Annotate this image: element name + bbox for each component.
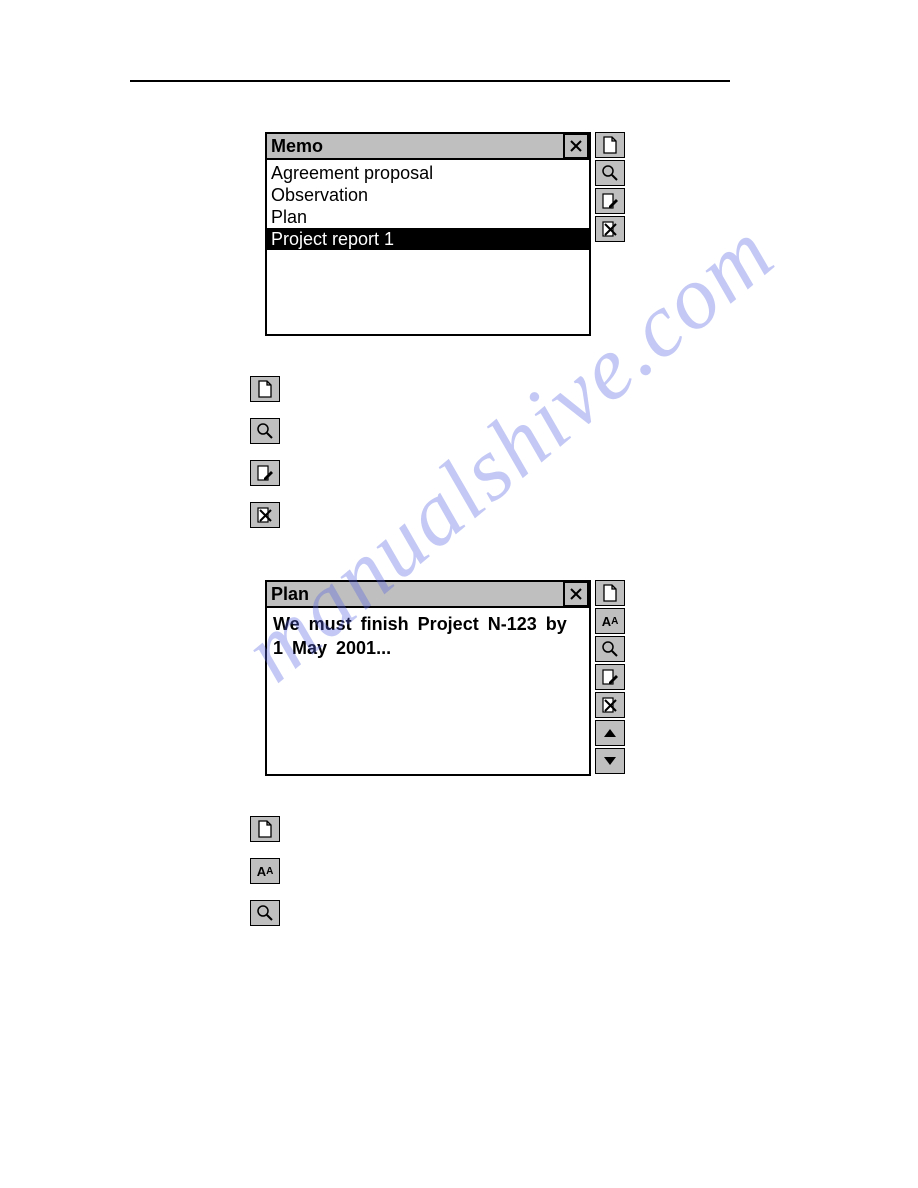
delete-icon[interactable]	[595, 692, 625, 718]
font-icon: AA	[250, 858, 280, 884]
plan-sidebar: AA	[595, 580, 625, 776]
search-icon[interactable]	[595, 636, 625, 662]
plan-panel: Plan We must finish Project N-123 by 1 M…	[265, 580, 788, 776]
down-arrow-icon[interactable]	[595, 748, 625, 774]
plan-text[interactable]: We must finish Project N-123 by 1 May 20…	[267, 608, 589, 774]
search-icon	[250, 900, 280, 926]
list-item[interactable]: Observation	[267, 184, 589, 206]
plan-title: Plan	[267, 584, 563, 605]
memo-sidebar	[595, 132, 625, 336]
new-icon	[250, 816, 280, 842]
memo-panel: Memo Agreement proposal Observation Plan…	[265, 132, 788, 336]
plan-window: Plan We must finish Project N-123 by 1 M…	[265, 580, 591, 776]
search-icon	[250, 418, 280, 444]
new-icon[interactable]	[595, 580, 625, 606]
memo-window: Memo Agreement proposal Observation Plan…	[265, 132, 591, 336]
new-icon	[250, 376, 280, 402]
list-item[interactable]: Project report 1	[267, 228, 589, 250]
close-button[interactable]	[563, 581, 589, 607]
list-item[interactable]: Plan	[267, 206, 589, 228]
font-icon[interactable]: AA	[595, 608, 625, 634]
icon-legend-1	[250, 376, 788, 530]
new-icon[interactable]	[595, 132, 625, 158]
memo-list[interactable]: Agreement proposal Observation Plan Proj…	[267, 160, 589, 334]
up-arrow-icon[interactable]	[595, 720, 625, 746]
delete-icon	[250, 502, 280, 528]
edit-icon	[250, 460, 280, 486]
icon-legend-2: AA	[250, 816, 788, 928]
close-button[interactable]	[563, 133, 589, 159]
list-item[interactable]: Agreement proposal	[267, 162, 589, 184]
memo-titlebar: Memo	[267, 134, 589, 160]
delete-icon[interactable]	[595, 216, 625, 242]
divider	[130, 80, 730, 82]
plan-titlebar: Plan	[267, 582, 589, 608]
edit-icon[interactable]	[595, 188, 625, 214]
edit-icon[interactable]	[595, 664, 625, 690]
memo-title: Memo	[267, 136, 563, 157]
search-icon[interactable]	[595, 160, 625, 186]
